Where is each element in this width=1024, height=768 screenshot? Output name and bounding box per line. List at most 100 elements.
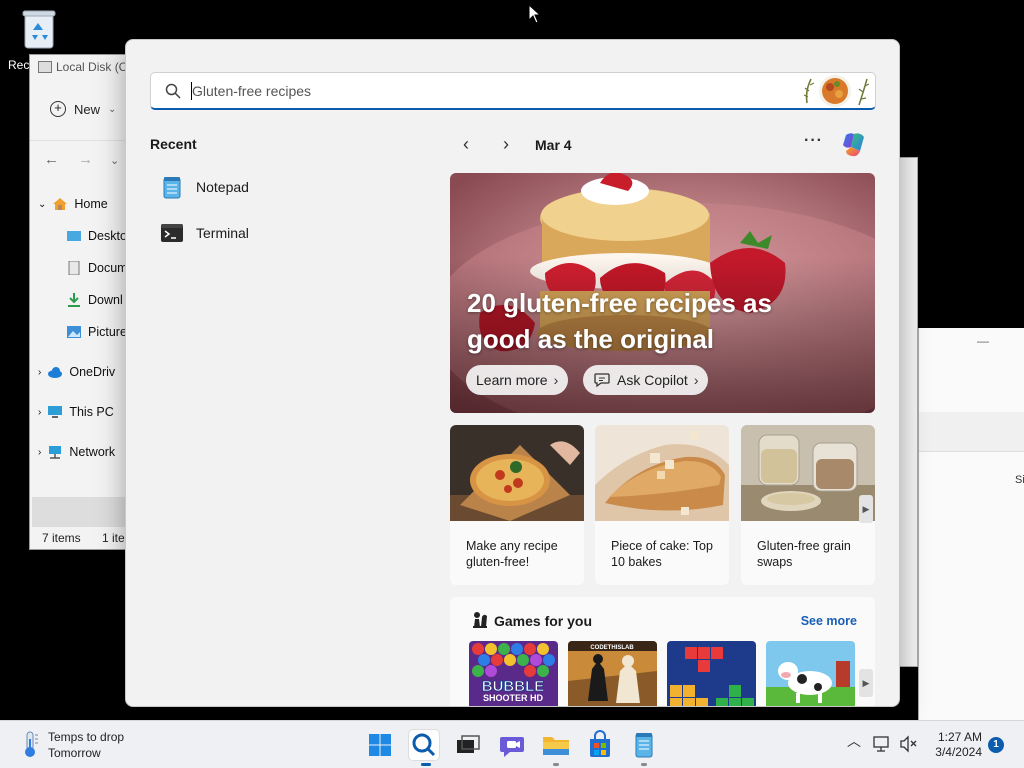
recent-item-label: Notepad (196, 179, 249, 195)
new-label: New (74, 101, 101, 117)
chevron-right-icon: › (38, 366, 42, 378)
next-day-button[interactable]: › (496, 134, 516, 156)
clock[interactable]: 1:27 AM 3/4/2024 (926, 730, 982, 760)
chat-bubble-icon (594, 373, 610, 388)
previous-day-button[interactable]: ‹ (456, 134, 476, 156)
tree-item-onedrive[interactable]: › OneDriv (38, 365, 115, 379)
task-view-icon (457, 735, 480, 753)
minimize-icon[interactable]: — (977, 334, 989, 348)
background-window-2[interactable]: — Si (918, 328, 1024, 720)
chat-button[interactable] (496, 729, 528, 761)
tree-item-label: Picture (88, 325, 127, 339)
explorer-titlebar: Local Disk (C (30, 55, 128, 81)
desktop-icon (67, 231, 81, 241)
tree-item-downloads[interactable]: Downl (66, 293, 123, 307)
games-section: Games for you See more BUBBLE SHOOTER HD… (450, 597, 875, 706)
search-icon (412, 733, 436, 757)
search-input[interactable] (192, 79, 792, 103)
recent-item-label: Terminal (196, 225, 249, 241)
notepad-icon (635, 733, 653, 758)
file-explorer-window[interactable]: Local Disk (C + New ⌄ ← → ⌄ ⌄ Home Deskt… (29, 54, 129, 550)
forward-arrow-icon[interactable]: → (78, 151, 93, 168)
plus-icon: + (50, 101, 66, 117)
windows-logo-icon (369, 734, 391, 756)
feed-date: Mar 4 (535, 137, 572, 153)
tree-selection-highlight (32, 497, 128, 527)
recent-item-notepad[interactable]: Notepad (160, 172, 249, 202)
story-card-caption: Gluten-free grain swaps (757, 539, 851, 569)
story-card-caption: Piece of cake: Top 10 bakes (611, 539, 713, 569)
game-tile-subtitle: SHOOTER HD (483, 693, 544, 703)
copilot-icon[interactable] (838, 129, 870, 161)
games-scroll-right-button[interactable]: ▶ (859, 669, 873, 697)
learn-more-button[interactable]: Learn more › (466, 365, 569, 395)
search-taskbar-button[interactable] (408, 729, 440, 761)
home-icon (53, 198, 68, 210)
terminal-icon (161, 224, 183, 242)
tree-item-label: Docum (88, 261, 128, 275)
notification-badge[interactable]: 1 (988, 737, 1004, 753)
search-box[interactable] (150, 72, 876, 110)
cake-image (595, 425, 729, 521)
learn-more-label: Learn more (476, 372, 548, 388)
notepad-taskbar-button[interactable] (628, 729, 660, 761)
show-hidden-icons-button[interactable]: ︿ (847, 731, 861, 751)
network-icon[interactable] (873, 735, 893, 753)
start-button[interactable] (364, 729, 396, 761)
running-indicator (553, 763, 559, 766)
weather-widget[interactable]: Temps to drop Tomorrow (20, 729, 124, 761)
chess-piece-icon (473, 612, 487, 628)
game-tile-bubble-shooter[interactable]: BUBBLE SHOOTER HD (469, 641, 558, 706)
folder-icon (543, 737, 569, 755)
game-tile-farm[interactable] (766, 641, 855, 706)
story-card-caption: Make any recipe gluten-free! (466, 539, 558, 569)
search-highlight-doodle-icon (803, 75, 870, 107)
ask-copilot-button[interactable]: Ask Copilot › (583, 365, 709, 395)
tree-item-documents[interactable]: Docum (66, 261, 128, 275)
tree-item-home[interactable]: ⌄ Home (38, 197, 108, 211)
more-options-button[interactable]: ··· (804, 132, 823, 150)
microsoft-store-button[interactable] (584, 729, 616, 761)
file-explorer-button[interactable] (540, 729, 572, 761)
tree-item-this-pc[interactable]: › This PC (38, 405, 114, 419)
recent-locations-icon[interactable]: ⌄ (110, 154, 119, 167)
story-card-3[interactable]: Gluten-free grain swaps (741, 425, 875, 585)
explorer-nav-row: ← → ⌄ (30, 141, 128, 181)
cards-scroll-right-button[interactable]: ▶ (859, 495, 873, 523)
tree-item-desktop[interactable]: Deskto (66, 229, 127, 243)
tree-item-label: Home (74, 197, 108, 211)
tree-item-label: OneDriv (69, 365, 116, 379)
status-item-count: 7 items (42, 531, 81, 545)
clock-date: 3/4/2024 (935, 745, 982, 759)
recent-item-terminal[interactable]: Terminal (160, 218, 249, 248)
taskbar: Temps to drop Tomorrow ︿ 1:27 AM 3/4/202… (0, 720, 1024, 768)
speaker-muted-icon[interactable] (899, 735, 919, 753)
download-icon (68, 293, 80, 307)
chevron-right-icon: › (553, 372, 559, 388)
chevron-right-icon: › (693, 372, 699, 388)
new-button[interactable]: + New ⌄ (50, 101, 116, 117)
game-tile-chess[interactable]: CODETHISLAB (568, 641, 657, 706)
games-heading: Games for you (494, 613, 593, 629)
computer-icon (48, 406, 63, 418)
ask-copilot-label: Ask Copilot (617, 372, 688, 388)
hero-headline[interactable]: 20 gluten-free recipes as good as the or… (467, 285, 827, 357)
farm-game-image (766, 641, 855, 706)
mouse-cursor-icon (528, 4, 542, 24)
see-more-link[interactable]: See more (801, 614, 857, 628)
thermometer-icon (25, 731, 38, 757)
weather-line-1: Temps to drop (48, 730, 125, 744)
game-tile-block-puzzle[interactable] (667, 641, 756, 706)
task-view-button[interactable] (452, 729, 484, 761)
partial-text: Si (1015, 474, 1024, 486)
story-card-1[interactable]: Make any recipe gluten-free! (450, 425, 584, 585)
recycle-bin-label: Rec (8, 58, 30, 72)
back-arrow-icon[interactable]: ← (44, 151, 59, 168)
story-card-2[interactable]: Piece of cake: Top 10 bakes (595, 425, 729, 585)
tree-item-pictures[interactable]: Picture (66, 325, 127, 339)
feed-nav-bar: ‹ › Mar 4 ··· (456, 132, 876, 158)
pizza-image (450, 425, 584, 521)
tree-item-network[interactable]: › Network (38, 445, 115, 459)
recycle-bin-icon (22, 10, 56, 49)
hero-story-card[interactable]: 20 gluten-free recipes as good as the or… (450, 173, 875, 413)
